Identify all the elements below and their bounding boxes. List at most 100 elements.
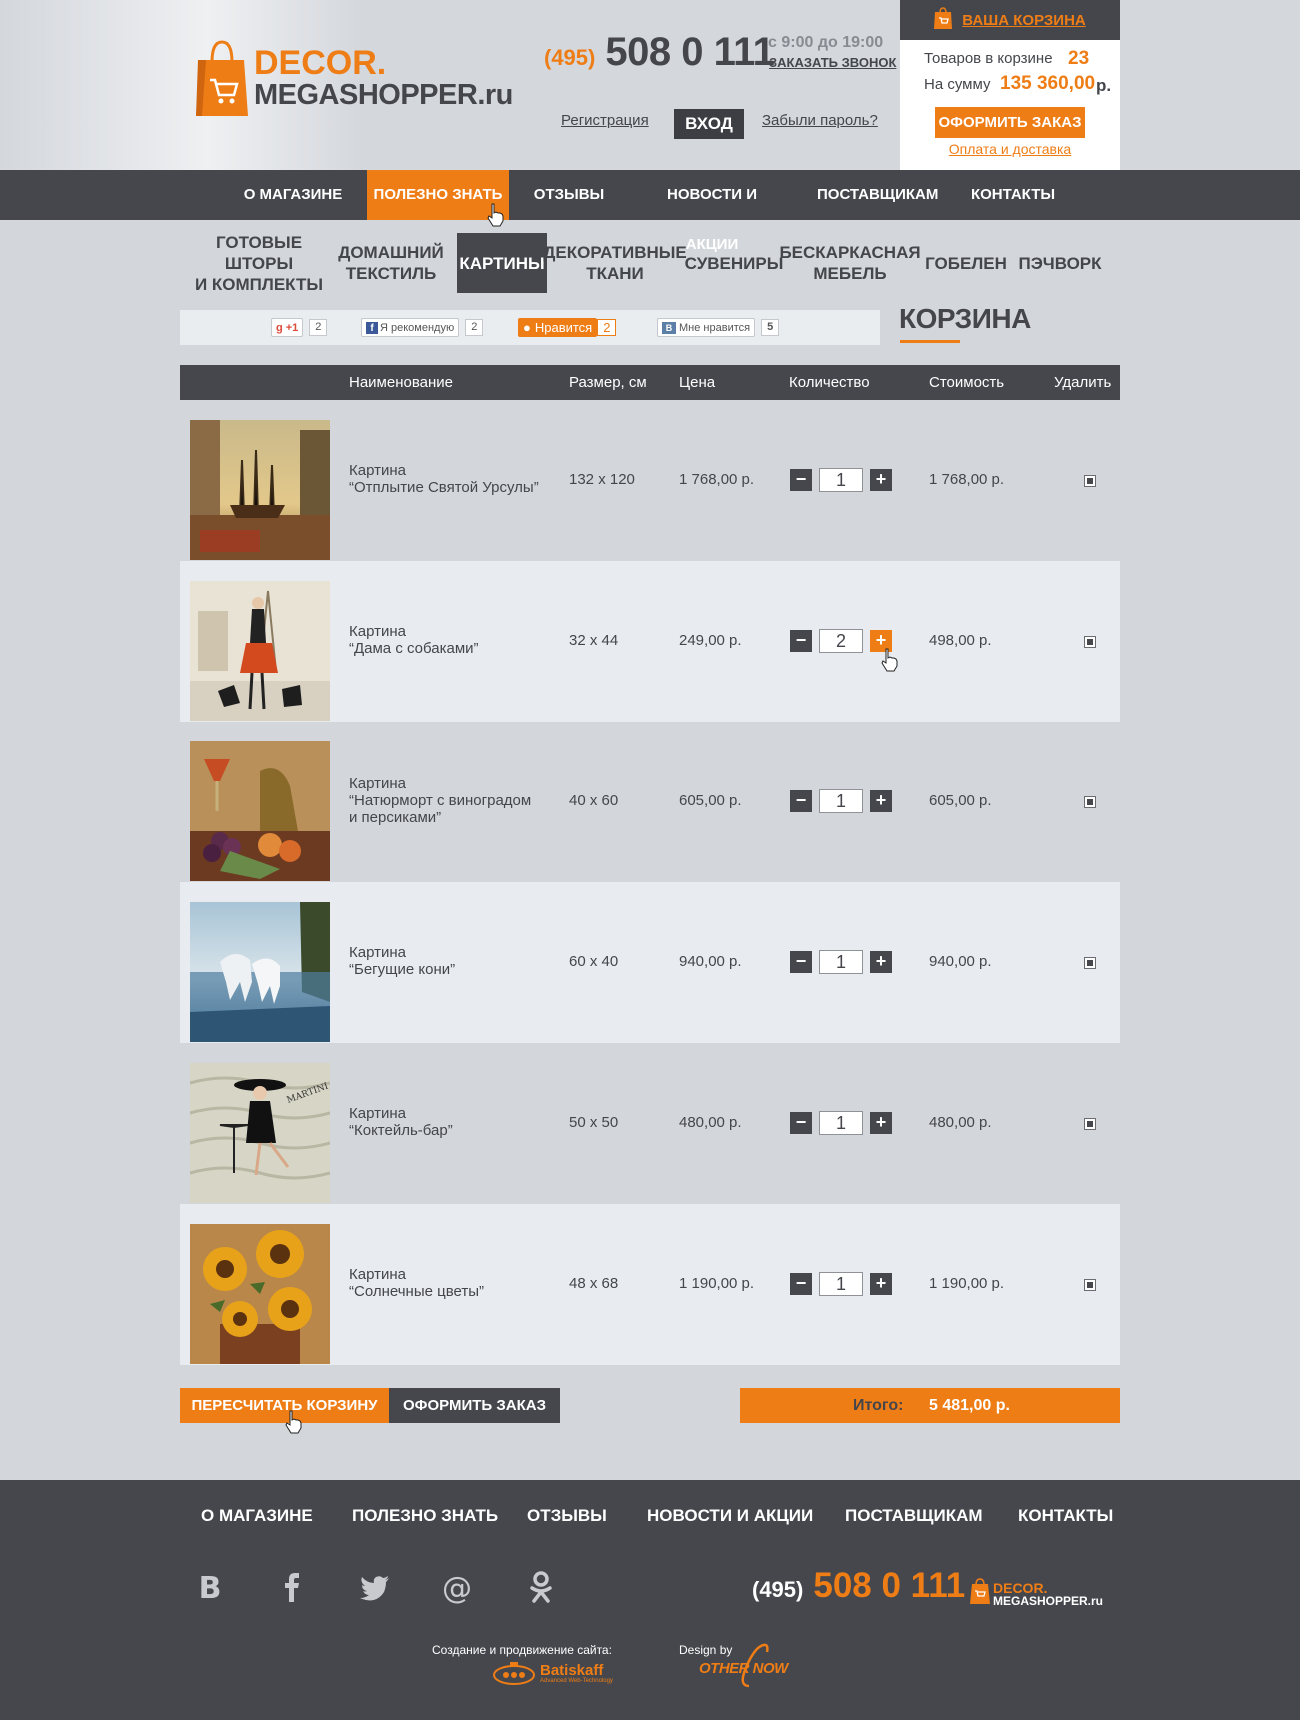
product-image[interactable] — [190, 420, 330, 560]
odnoklassniki-icon[interactable] — [524, 1570, 558, 1604]
footer-phone-number: 508 0 111 — [813, 1566, 966, 1605]
qty-decrease-button[interactable]: − — [790, 951, 812, 973]
product-image[interactable] — [190, 902, 330, 1042]
nav-useful[interactable]: ПОЛЕЗНО ЗНАТЬ — [367, 170, 509, 220]
ok-button[interactable]: ● Нравится — [518, 318, 598, 337]
category-tapestry[interactable]: ГОБЕЛЕН — [925, 233, 1007, 293]
qty-input[interactable]: 1 — [819, 1111, 863, 1135]
facebook-button[interactable]: fЯ рекомендую — [361, 318, 460, 337]
qty-increase-button[interactable]: + — [870, 469, 892, 491]
cart-sum-label: На сумму — [924, 76, 991, 93]
category-textile[interactable]: ДОМАШНИЙ ТЕКСТИЛЬ — [338, 233, 444, 293]
footer-nav-suppliers[interactable]: ПОСТАВЩИКАМ — [845, 1506, 983, 1526]
delete-checkbox[interactable] — [1084, 957, 1096, 969]
category-furniture[interactable]: БЕСКАРКАСНАЯ МЕБЕЛЬ — [779, 233, 920, 293]
gplus-widget[interactable]: g +1 2 — [271, 318, 328, 337]
product-image[interactable] — [190, 741, 330, 881]
category-label: ПЭЧВОРК — [1018, 253, 1102, 273]
footer-nav-contacts[interactable]: КОНТАКТЫ — [1018, 1506, 1113, 1526]
nav-about[interactable]: О МАГАЗИНЕ — [236, 170, 350, 220]
product-price: 605,00 р. — [679, 792, 742, 809]
gplus-button[interactable]: g +1 — [271, 318, 304, 337]
qty-decrease-button[interactable]: − — [790, 1273, 812, 1295]
nav-suppliers[interactable]: ПОСТАВЩИКАМ — [817, 170, 938, 220]
delete-checkbox[interactable] — [1084, 636, 1096, 648]
register-link[interactable]: Регистрация — [561, 112, 649, 129]
product-name[interactable]: Картина “Натюрморт с виноградом и персикам… — [349, 775, 531, 826]
qty-decrease-button[interactable]: − — [790, 630, 812, 652]
mail-icon[interactable]: @ — [440, 1570, 474, 1606]
qty-decrease-button[interactable]: − — [790, 790, 812, 812]
cart-widget-title[interactable]: ВАША КОРЗИНА — [962, 12, 1085, 29]
table-row: MARTINI Картина “Коктейль-бар” 50 х 50 48… — [180, 1043, 1120, 1204]
qty-increase-button[interactable]: + — [870, 790, 892, 812]
qty-input[interactable]: 1 — [819, 468, 863, 492]
qty-increase-button[interactable]: + — [870, 630, 892, 652]
cart-sum-currency: р. — [1096, 76, 1112, 95]
site-logo[interactable]: DECOR. MEGASHOPPER.ru — [196, 40, 513, 116]
cart-widget-header[interactable]: ВАША КОРЗИНА — [900, 0, 1120, 40]
checkout-button[interactable]: ОФОРМИТЬ ЗАКАЗ — [389, 1388, 560, 1423]
product-image[interactable]: MARTINI — [190, 1063, 330, 1203]
delete-checkbox[interactable] — [1084, 796, 1096, 808]
product-cost: 1 190,00 р. — [929, 1275, 1005, 1292]
qty-input[interactable]: 1 — [819, 1272, 863, 1296]
product-name[interactable]: Картина “Дама с собаками” — [349, 623, 479, 657]
cart-bag-icon — [934, 6, 953, 34]
nav-news[interactable]: НОВОСТИ И АКЦИИ — [640, 170, 784, 253]
category-label: ДЕКОРАТИВНЫЕ — [543, 243, 687, 262]
product-size: 48 х 68 — [569, 1275, 619, 1292]
product-image[interactable] — [190, 1224, 330, 1364]
footer-nav-about[interactable]: О МАГАЗИНЕ — [201, 1506, 313, 1526]
delete-checkbox[interactable] — [1084, 1279, 1096, 1291]
qty-increase-button[interactable]: + — [870, 951, 892, 973]
delete-checkbox[interactable] — [1084, 1118, 1096, 1130]
product-name[interactable]: Картина “Бегущие кони” — [349, 944, 455, 978]
forgot-password-link[interactable]: Забыли пароль? — [762, 112, 878, 129]
odnoklassniki-icon: ● — [523, 320, 531, 335]
category-souvenirs[interactable]: СУВЕНИРЫ — [685, 233, 784, 293]
title-underline — [900, 340, 960, 343]
vk-button[interactable]: B Мне нравится — [657, 318, 756, 337]
col-cost: Стоимость — [929, 374, 1005, 391]
product-size: 32 х 44 — [569, 632, 619, 649]
category-paintings[interactable]: КАРТИНЫ — [457, 233, 547, 293]
nav-reviews[interactable]: ОТЗЫВЫ — [530, 170, 608, 220]
cart-order-button[interactable]: ОФОРМИТЬ ЗАКАЗ — [935, 107, 1085, 138]
ok-widget[interactable]: ● Нравится 2 — [518, 318, 617, 337]
facebook-widget[interactable]: fЯ рекомендую 2 — [361, 318, 484, 337]
qty-increase-button[interactable]: + — [870, 1273, 892, 1295]
nav-contacts[interactable]: КОНТАКТЫ — [967, 170, 1059, 220]
qty-decrease-button[interactable]: − — [790, 1112, 812, 1134]
callback-link[interactable]: ЗАКАЗАТЬ ЗВОНОК — [769, 55, 896, 70]
other-now-logo[interactable]: OTHER NOW — [699, 1640, 799, 1690]
qty-input[interactable]: 2 — [819, 629, 863, 653]
category-fabrics[interactable]: ДЕКОРАТИВНЫЕ ТКАНИ — [543, 233, 686, 293]
product-image[interactable] — [190, 581, 330, 721]
category-patchwork[interactable]: ПЭЧВОРК — [1018, 233, 1102, 293]
footer-nav-reviews[interactable]: ОТЗЫВЫ — [527, 1506, 607, 1526]
product-name[interactable]: Картина “Коктейль-бар” — [349, 1105, 453, 1139]
product-cost: 940,00 р. — [929, 953, 992, 970]
twitter-icon[interactable] — [358, 1570, 392, 1604]
footer-nav-useful[interactable]: ПОЛЕЗНО ЗНАТЬ — [352, 1506, 498, 1526]
product-name[interactable]: Картина “Отплытие Святой Урсулы” — [349, 462, 539, 496]
delete-checkbox[interactable] — [1084, 475, 1096, 487]
payment-delivery-link[interactable]: Оплата и доставка — [900, 141, 1120, 157]
category-curtains[interactable]: ГОТОВЫЕ ШТОРЫ И КОМПЛЕКТЫ — [184, 233, 334, 294]
footer-logo[interactable]: DECOR. MEGASHOPPER.ru — [970, 1578, 1103, 1609]
vk-label: Мне нравится — [679, 321, 751, 334]
footer-nav-news[interactable]: НОВОСТИ И АКЦИИ — [647, 1506, 813, 1526]
qty-decrease-button[interactable]: − — [790, 469, 812, 491]
total-value: 5 481,00 р. — [929, 1397, 1010, 1414]
vk-widget[interactable]: B Мне нравится 5 — [657, 318, 780, 337]
product-name[interactable]: Картина “Солнечные цветы” — [349, 1266, 484, 1300]
qty-input[interactable]: 1 — [819, 789, 863, 813]
vk-icon[interactable]: B — [193, 1570, 227, 1606]
qty-input[interactable]: 1 — [819, 950, 863, 974]
login-button[interactable]: ВХОД — [674, 109, 744, 139]
facebook-icon[interactable] — [275, 1570, 309, 1604]
batiskaff-logo[interactable]: Batiskaff Advanced Web-Technology — [492, 1660, 613, 1686]
recalculate-cart-button[interactable]: ПЕРЕСЧИТАТЬ КОРЗИНУ — [180, 1388, 389, 1423]
qty-increase-button[interactable]: + — [870, 1112, 892, 1134]
